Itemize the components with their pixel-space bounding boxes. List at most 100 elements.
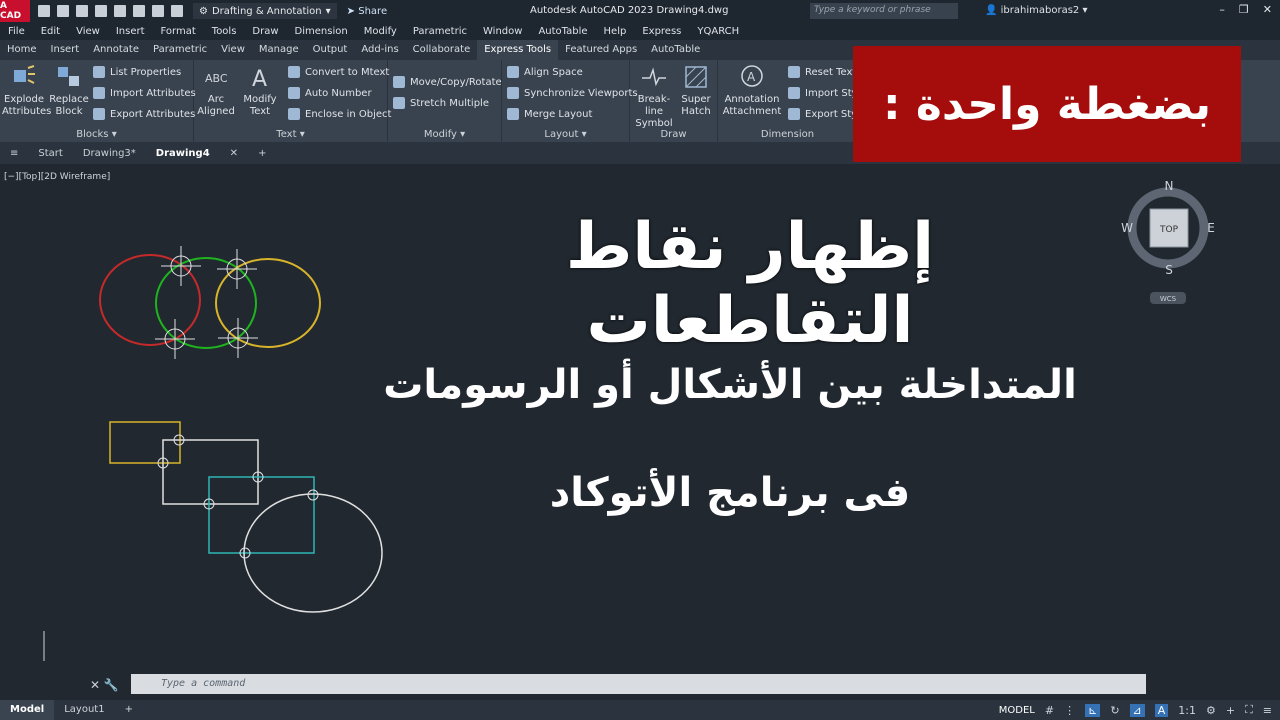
panel-title-modify[interactable]: Modify ▾ (388, 129, 501, 140)
autocad-logo[interactable]: A CAD (0, 0, 30, 22)
new-icon[interactable] (38, 5, 50, 17)
tab-layout1[interactable]: Layout1 (54, 700, 114, 720)
panel-title-text[interactable]: Text ▾ (194, 129, 387, 140)
menu-icon[interactable]: ≡ (1263, 704, 1272, 717)
menu-parametric[interactable]: Parametric (405, 26, 475, 37)
minimize-icon[interactable]: – (1219, 3, 1225, 16)
menu-icon[interactable]: ≡ (0, 148, 28, 159)
white-rectangle[interactable] (162, 439, 259, 505)
enclose-object-button[interactable]: Enclose in Object (288, 108, 391, 120)
menu-help[interactable]: Help (596, 26, 635, 37)
polar-icon[interactable]: ↻ (1110, 704, 1119, 717)
ribbon-tab-express-tools[interactable]: Express Tools (477, 40, 559, 60)
yellow-rectangle[interactable] (109, 421, 181, 464)
replace-block-button[interactable]: Replace Block (47, 64, 91, 118)
export-style-button[interactable]: Export Sty (788, 108, 857, 120)
compass-s[interactable]: S (1165, 263, 1173, 277)
command-input[interactable]: Type a command (131, 674, 1146, 694)
ribbon-tab-autotable[interactable]: AutoTable (644, 40, 707, 60)
annotation-attachment-button[interactable]: A Annotation Attachment (722, 64, 782, 118)
close-icon[interactable]: ✕ (1263, 3, 1272, 16)
sync-viewports-button[interactable]: Synchronize Viewports (507, 87, 638, 99)
ribbon-tab-output[interactable]: Output (306, 40, 355, 60)
menu-yqarch[interactable]: YQARCH (689, 26, 747, 37)
menu-express[interactable]: Express (634, 26, 689, 37)
gear-icon[interactable]: ⚙ (1206, 704, 1216, 717)
workspace-dropdown[interactable]: ⚙ Drafting & Annotation ▾ (193, 3, 337, 19)
menu-format[interactable]: Format (153, 26, 204, 37)
ribbon-tab-manage[interactable]: Manage (252, 40, 306, 60)
merge-layout-button[interactable]: Merge Layout (507, 108, 592, 120)
wrench-icon[interactable]: 🔧 (104, 678, 119, 692)
menu-edit[interactable]: Edit (33, 26, 68, 37)
model-space-toggle[interactable]: MODEL (999, 705, 1035, 716)
reset-text-button[interactable]: Reset Text (788, 66, 856, 78)
menu-file[interactable]: File (0, 26, 33, 37)
share-button[interactable]: ➤ Share (347, 6, 387, 17)
close-tab-icon[interactable]: ✕ (220, 148, 248, 159)
cyan-rectangle[interactable] (208, 476, 315, 554)
yellow-circle[interactable] (215, 258, 321, 348)
list-properties-button[interactable]: List Properties (93, 66, 181, 78)
explode-attributes-button[interactable]: Explode Attributes (2, 64, 51, 118)
undo-icon[interactable] (152, 5, 164, 17)
open-icon[interactable] (57, 5, 69, 17)
super-hatch-button[interactable]: Super Hatch (674, 64, 718, 118)
convert-mtext-button[interactable]: Convert to Mtext (288, 66, 389, 78)
ribbon-tab-parametric[interactable]: Parametric (146, 40, 214, 60)
scale-dropdown[interactable]: 1:1 (1178, 704, 1196, 717)
ribbon-tab-annotate[interactable]: Annotate (86, 40, 146, 60)
fullscreen-icon[interactable]: ⛶ (1245, 703, 1253, 717)
menu-dimension[interactable]: Dimension (287, 26, 356, 37)
arc-aligned-button[interactable]: ABC Arc Aligned (194, 64, 238, 118)
save-icon[interactable] (76, 5, 88, 17)
menu-tools[interactable]: Tools (204, 26, 245, 37)
menu-autotable[interactable]: AutoTable (530, 26, 595, 37)
snap-icon[interactable]: ⋮ (1064, 704, 1075, 717)
plot-icon[interactable] (133, 5, 145, 17)
ribbon-tab-collaborate[interactable]: Collaborate (406, 40, 478, 60)
doc-tab-start[interactable]: Start (28, 148, 72, 159)
menu-view[interactable]: View (68, 26, 108, 37)
import-attributes-button[interactable]: Import Attributes (93, 87, 196, 99)
save-as-icon[interactable] (95, 5, 107, 17)
panel-title-layout[interactable]: Layout ▾ (502, 129, 629, 140)
green-circle[interactable] (155, 257, 257, 349)
doc-tab-drawing4[interactable]: Drawing4 (146, 148, 220, 159)
auto-number-button[interactable]: Auto Number (288, 87, 372, 99)
breakline-button[interactable]: Break-line Symbol (632, 64, 676, 130)
ribbon-tab-home[interactable]: Home (0, 40, 44, 60)
menu-insert[interactable]: Insert (108, 26, 153, 37)
redo-icon[interactable] (171, 5, 183, 17)
cloud-icon[interactable] (114, 5, 126, 17)
compass-n[interactable]: N (1165, 180, 1174, 193)
annotation-scale-icon[interactable]: A (1154, 703, 1169, 717)
new-tab-icon[interactable]: + (248, 148, 276, 159)
restore-icon[interactable]: ❐ (1239, 3, 1249, 16)
red-circle[interactable] (99, 254, 201, 346)
search-input[interactable]: Type a keyword or phrase (810, 3, 958, 19)
menu-modify[interactable]: Modify (356, 26, 405, 37)
doc-tab-drawing3[interactable]: Drawing3* (73, 148, 146, 159)
close-icon[interactable]: ✕ (90, 678, 100, 692)
ortho-icon[interactable]: ⊾ (1085, 703, 1101, 717)
tab-model[interactable]: Model (0, 700, 55, 720)
add-layout-icon[interactable]: + (115, 700, 143, 720)
align-space-button[interactable]: Align Space (507, 66, 583, 78)
menu-window[interactable]: Window (475, 26, 530, 37)
user-menu[interactable]: 👤 ibrahimaboras2 ▾ (985, 5, 1087, 16)
ribbon-tab-insert[interactable]: Insert (44, 40, 87, 60)
move-copy-rotate-button[interactable]: Move/Copy/Rotate (393, 76, 502, 88)
menu-draw[interactable]: Draw (244, 26, 286, 37)
plus-icon[interactable]: + (1226, 704, 1235, 717)
panel-title-blocks[interactable]: Blocks ▾ (0, 129, 193, 140)
modify-text-button[interactable]: A Modify Text (238, 64, 282, 118)
ribbon-tab-featured-apps[interactable]: Featured Apps (558, 40, 644, 60)
viewcube[interactable]: TOP N S E W WCS (1120, 180, 1220, 310)
import-style-button[interactable]: Import Sty (788, 87, 858, 99)
ribbon-tab-add-ins[interactable]: Add-ins (354, 40, 405, 60)
compass-w[interactable]: W (1121, 221, 1133, 235)
stretch-multiple-button[interactable]: Stretch Multiple (393, 97, 489, 109)
compass-e[interactable]: E (1207, 221, 1215, 235)
ribbon-tab-view[interactable]: View (214, 40, 252, 60)
